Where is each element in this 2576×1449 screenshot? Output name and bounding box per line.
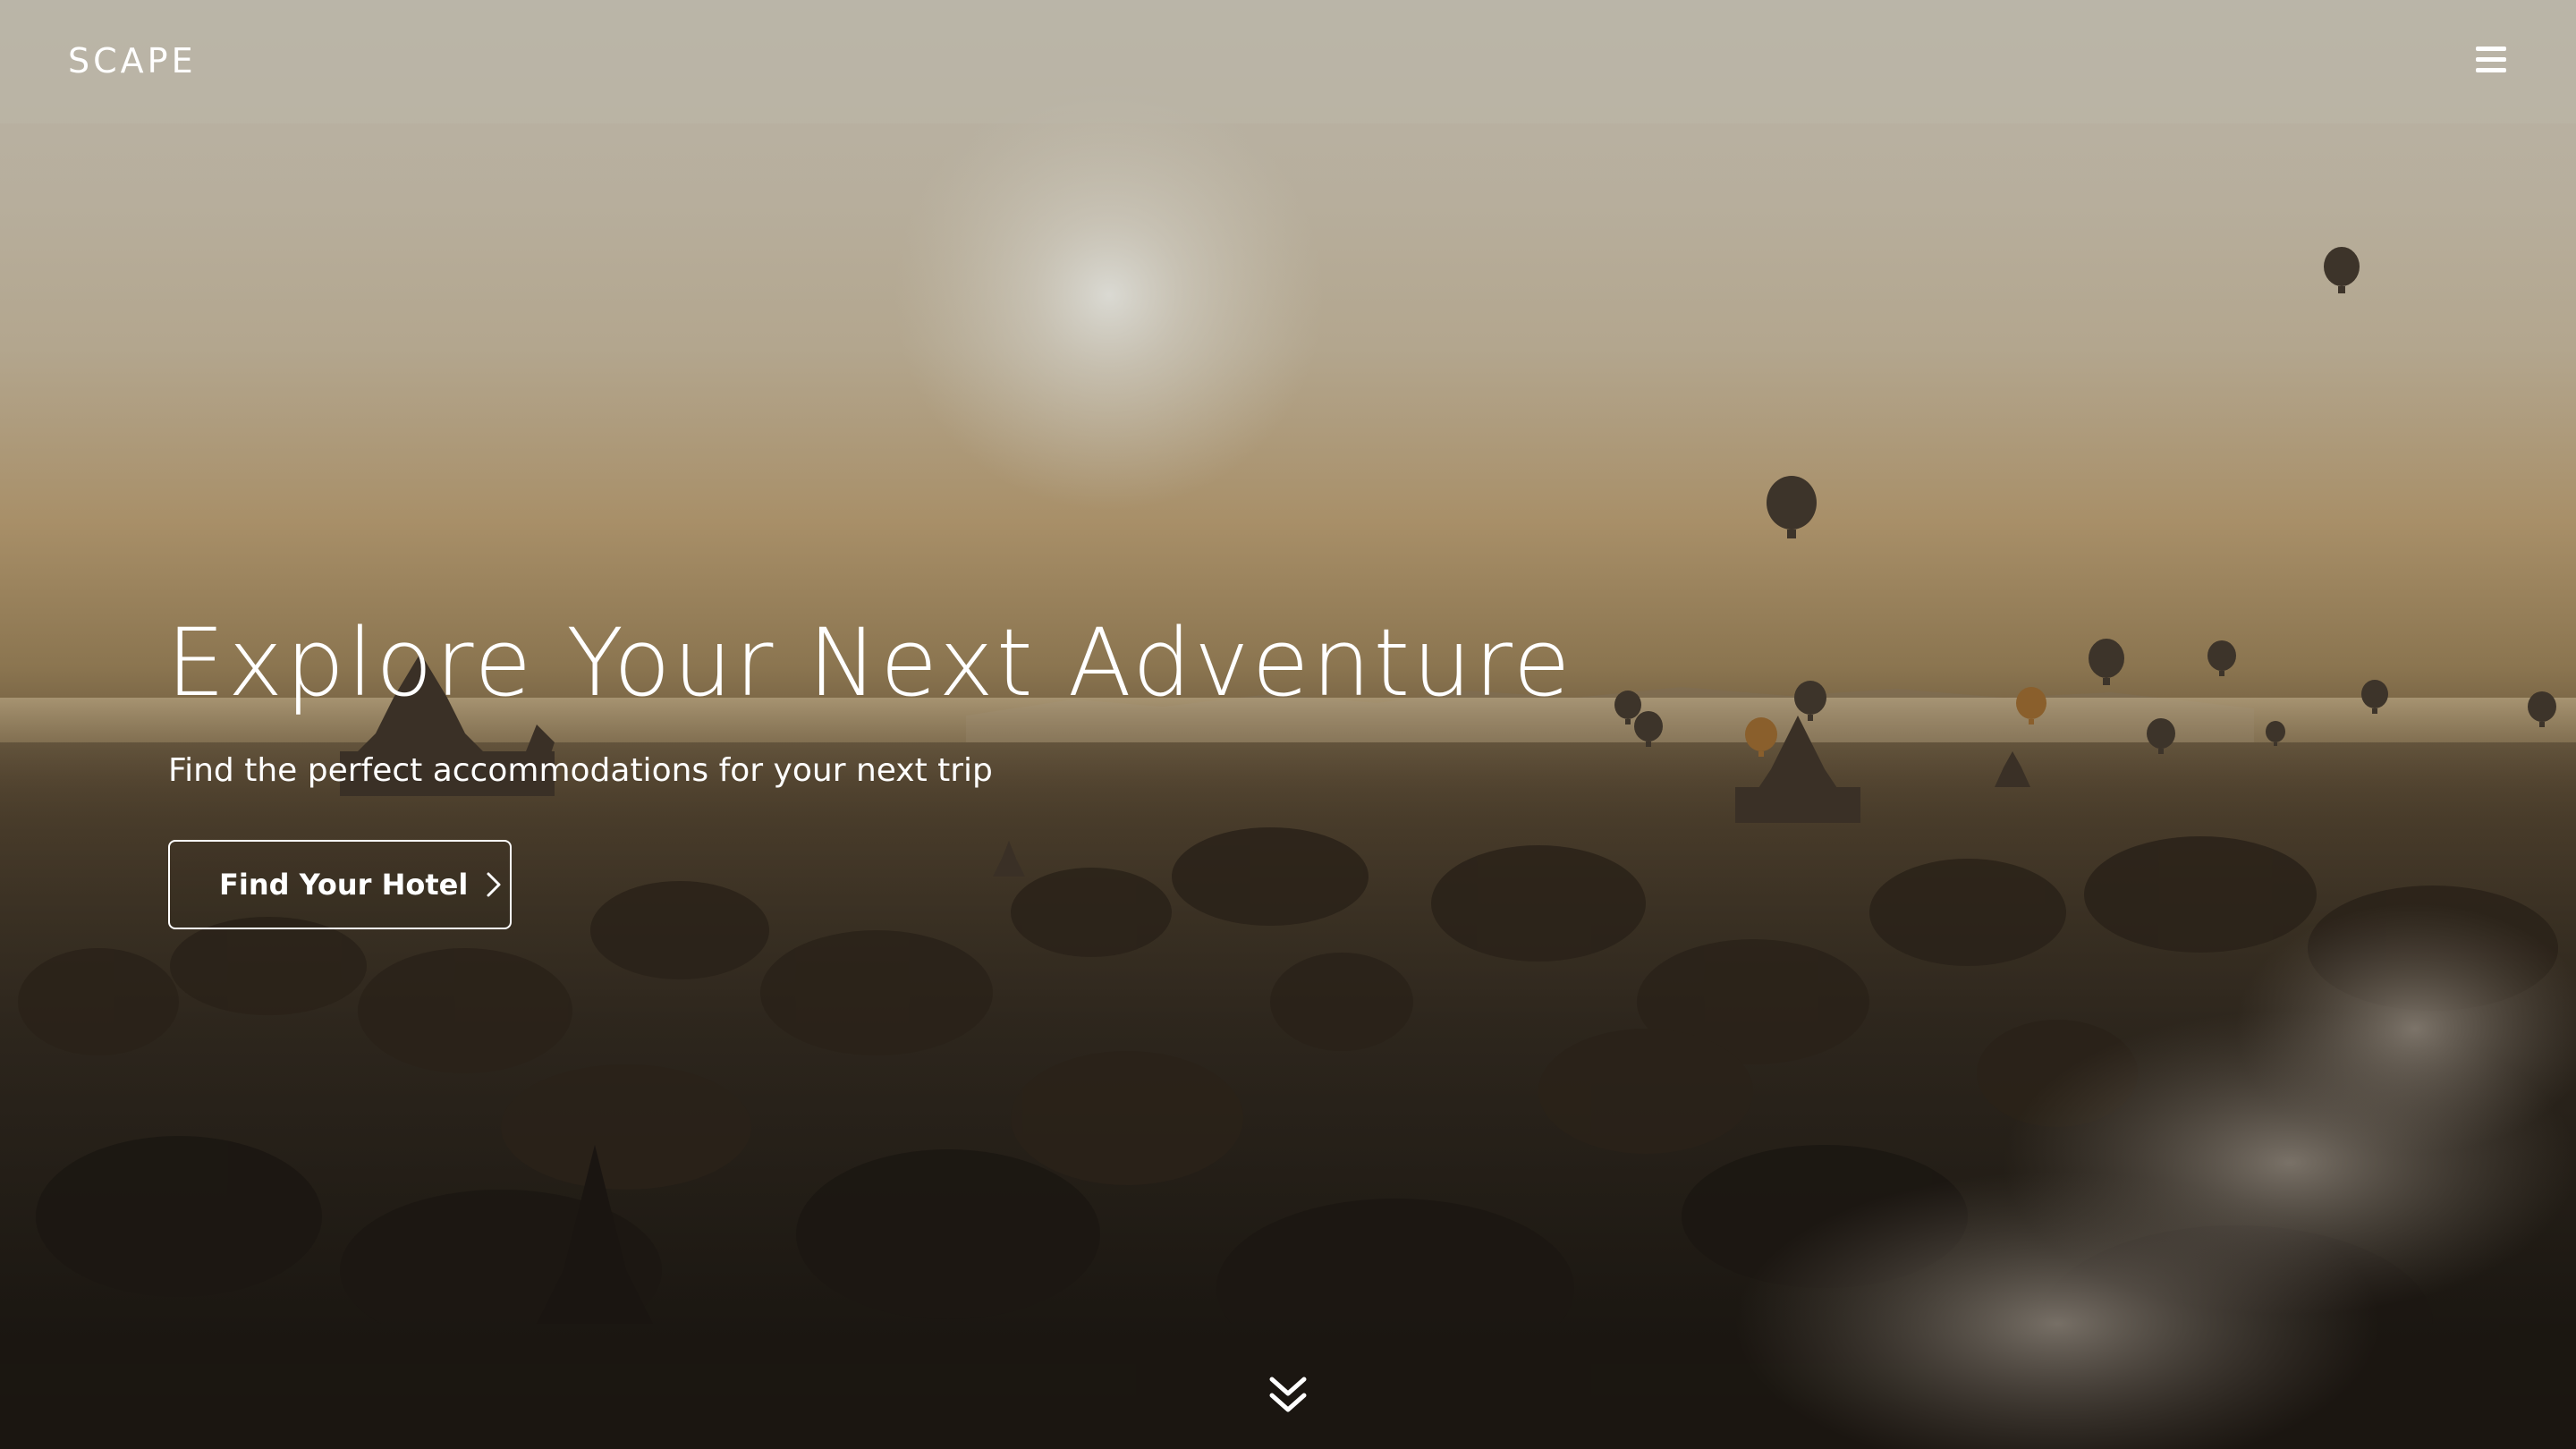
menu-bar-bottom xyxy=(2476,68,2506,72)
brand-logo[interactable]: SCAPE xyxy=(68,36,220,82)
hero-subtitle: Find the perfect accommodations for your… xyxy=(168,752,993,789)
find-your-hotel-label: Find Your Hotel xyxy=(219,868,469,902)
scroll-down-button[interactable] xyxy=(1268,1374,1308,1417)
hero-title: Explore Your Next Adventure xyxy=(166,608,1573,717)
find-your-hotel-button[interactable]: Find Your Hotel xyxy=(168,840,512,929)
top-navigation-bar: SCAPE xyxy=(0,0,2576,123)
menu-bar-middle xyxy=(2476,57,2506,62)
double-chevron-down-icon xyxy=(1269,1377,1307,1412)
logo-text: SCAPE xyxy=(68,41,197,80)
hamburger-menu-icon[interactable] xyxy=(2472,41,2513,77)
hero-section: SCAPE Explore Your Next Adventure Find t… xyxy=(0,0,2576,1449)
chevron-right-icon xyxy=(487,872,501,897)
menu-bar-top xyxy=(2476,47,2506,51)
scape-logo-icon: SCAPE xyxy=(68,41,197,80)
hero-background-image xyxy=(0,80,2576,1449)
